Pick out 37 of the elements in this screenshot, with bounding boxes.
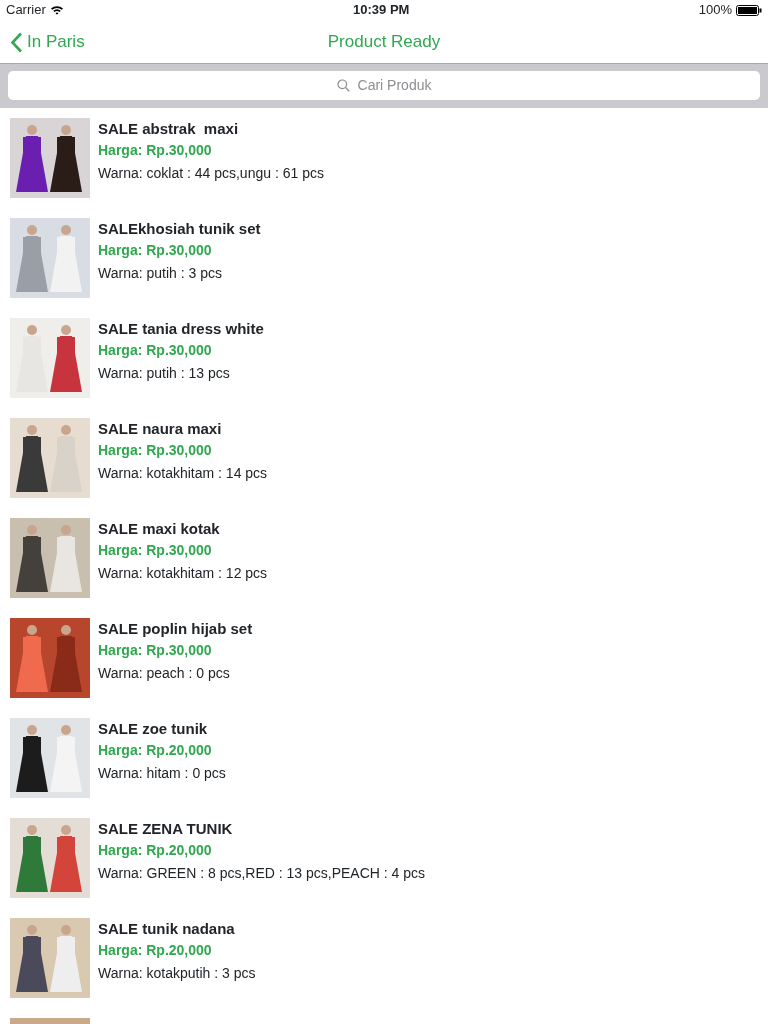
chevron-left-icon <box>10 31 23 53</box>
product-title: SALE tania dress white <box>98 319 264 339</box>
product-stock: Warna: GREEN : 8 pcs,RED : 13 pcs,PEACH : 4 pcs <box>98 864 426 883</box>
wifi-icon <box>49 5 64 15</box>
product-price: Harga: Rp.30,000 <box>98 441 213 460</box>
product-title: SALE abstrak maxi <box>98 119 240 139</box>
product-title: SALE zoe tunik <box>98 719 209 739</box>
product-title: SALE maxi kotak <box>98 519 221 539</box>
product-stock: Warna: coklat : 44 pcs,ungu : 61 pcs <box>98 164 324 183</box>
product-price: Harga: Rp.20,000 <box>98 741 213 760</box>
product-price: Harga: Rp.30,000 <box>98 541 213 560</box>
page-title: Product Ready <box>327 31 441 53</box>
product-title: SALE naura maxi <box>98 419 223 439</box>
product-price: Harga: Rp.30,000 <box>98 341 213 360</box>
product-stock: Warna: hitam : 0 pcs <box>98 764 226 783</box>
product-price: Harga: Rp.30,000 <box>98 241 213 260</box>
product-stock: Warna: kotakhitam : 12 pcs <box>98 564 268 583</box>
product-stock: Warna: kotakhitam : 14 pcs <box>98 464 268 483</box>
product-title: SALE ZENA TUNIK <box>98 819 234 839</box>
battery-label: 100% <box>698 1 732 20</box>
product-title: SALE poplin hijab set <box>98 619 253 639</box>
battery-icon <box>736 4 762 16</box>
product-stock: Warna: peach : 0 pcs <box>98 664 231 683</box>
product-price: Harga: Rp.20,000 <box>98 941 213 960</box>
product-price: Harga: Rp.20,000 <box>98 841 213 860</box>
product-stock: Warna: putih : 3 pcs <box>98 264 223 283</box>
product-stock: Warna: putih : 13 pcs <box>98 364 231 383</box>
search-field[interactable]: Cari Produk <box>8 71 760 100</box>
product-price: Harga: Rp.30,000 <box>98 641 213 660</box>
product-stock: Warna: kotakputih : 3 pcs <box>98 964 256 983</box>
product-title: SALE tunik nadana <box>98 919 236 939</box>
carrier-label: Carrier <box>6 1 46 20</box>
back-button[interactable]: In Paris <box>0 20 85 64</box>
search-icon <box>336 79 350 92</box>
product-price: Harga: Rp.30,000 <box>98 141 213 160</box>
time-label: 10:39 PM <box>353 1 410 20</box>
product-title: SALEkhosiah tunik set <box>98 219 261 239</box>
